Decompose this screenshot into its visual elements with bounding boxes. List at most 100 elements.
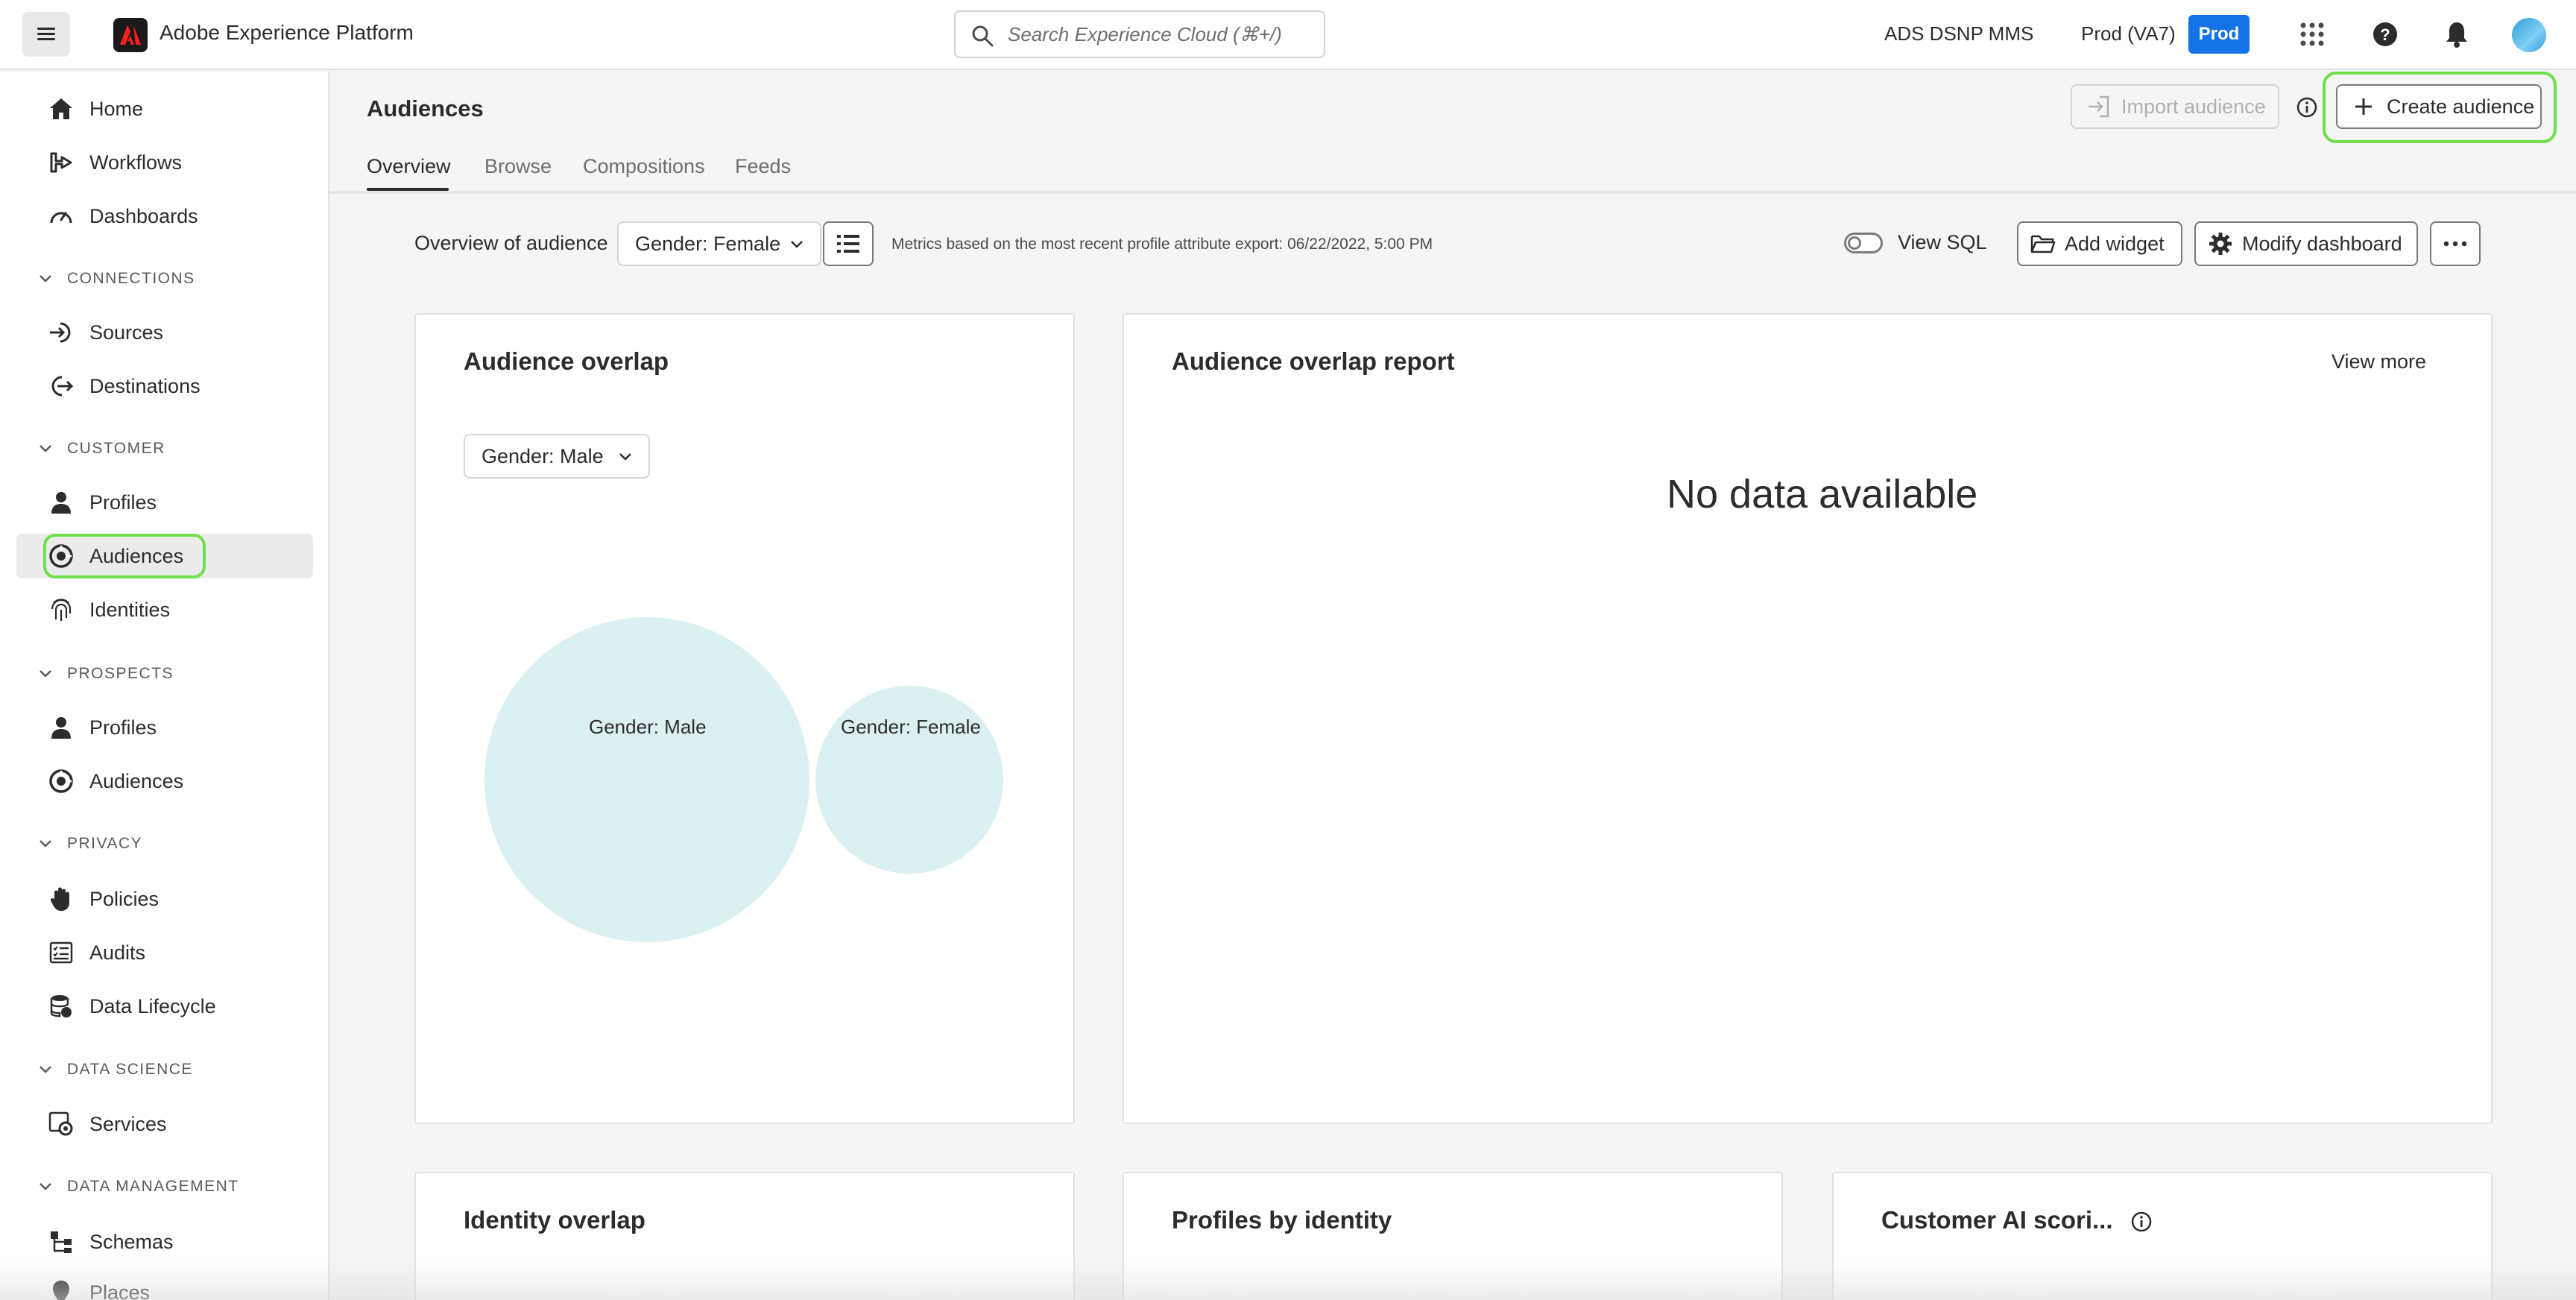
add-widget-label: Add widget xyxy=(2065,232,2165,255)
chevron-down-icon xyxy=(40,1183,51,1190)
tab-browse[interactable]: Browse xyxy=(484,155,552,178)
section-label: DATA SCIENCE xyxy=(67,1061,193,1078)
app-title[interactable]: Adobe Experience Platform xyxy=(160,21,414,45)
sidebar-item-label: Profiles xyxy=(89,716,157,739)
section-prospects[interactable]: PROSPECTS xyxy=(37,665,174,683)
more-actions-button[interactable] xyxy=(2430,221,2481,266)
notifications-icon[interactable] xyxy=(2440,18,2473,51)
search-box[interactable] xyxy=(954,10,1325,58)
section-label: CONNECTIONS xyxy=(67,270,195,287)
help-icon[interactable]: ? xyxy=(2369,18,2402,51)
chevron-down-icon xyxy=(40,1066,51,1073)
tabs-divider xyxy=(329,191,2576,194)
active-tab-indicator xyxy=(367,188,449,191)
import-audience-button[interactable]: Import audience xyxy=(2071,84,2279,129)
create-audience-label: Create audience xyxy=(2387,95,2535,118)
overlap-audience-picker[interactable]: Gender: Male xyxy=(464,434,650,479)
avatar[interactable] xyxy=(2512,18,2546,52)
section-data-science[interactable]: DATA SCIENCE xyxy=(37,1061,193,1079)
sidebar-item-label: Identities xyxy=(89,598,171,621)
menu-button[interactable] xyxy=(22,12,70,57)
add-widget-button[interactable]: Add widget xyxy=(2017,221,2182,266)
venn-circle-male[interactable] xyxy=(484,617,809,942)
profiles-by-identity-card xyxy=(1123,1172,1783,1300)
sidebar-item-label: Dashboards xyxy=(89,204,198,227)
overlap-report-title: Audience overlap report xyxy=(1172,347,1455,375)
sidebar-item-prospect-audiences[interactable]: Audiences xyxy=(16,759,313,804)
section-privacy[interactable]: PRIVACY xyxy=(37,835,142,853)
view-sql-label[interactable]: View SQL xyxy=(1898,231,1987,254)
modify-dashboard-button[interactable]: Modify dashboard xyxy=(2194,221,2418,266)
sidebar-item-home[interactable]: Home xyxy=(16,86,313,131)
database-icon xyxy=(48,993,75,1020)
tab-feeds[interactable]: Feeds xyxy=(735,155,791,178)
view-sql-toggle[interactable] xyxy=(1844,233,1883,253)
sidebar-item-schemas[interactable]: Schemas xyxy=(16,1219,313,1264)
view-more-link[interactable]: View more xyxy=(2332,350,2426,373)
sidebar-item-label: Services xyxy=(89,1112,167,1135)
import-audience-label: Import audience xyxy=(2121,95,2266,118)
identity-overlap-card xyxy=(414,1172,1075,1300)
page-title: Audiences xyxy=(367,95,484,122)
sidebar-item-label: Home xyxy=(89,97,144,120)
sidebar-item-services[interactable]: Services xyxy=(16,1102,313,1146)
sidebar: Home Workflows Dashboards CONNECTIONS So… xyxy=(0,72,329,1300)
sidebar-item-label: Destinations xyxy=(89,374,201,397)
sidebar-item-dashboards[interactable]: Dashboards xyxy=(16,194,313,239)
section-label: PRIVACY xyxy=(67,835,143,852)
overlap-picker-value: Gender: Male xyxy=(482,444,604,467)
audience-list-button[interactable] xyxy=(823,221,874,266)
sidebar-item-label: Audits xyxy=(89,941,146,964)
gear-box-icon xyxy=(48,1111,75,1138)
folder-icon xyxy=(2030,231,2056,256)
app-switcher-icon[interactable] xyxy=(2296,18,2329,51)
info-icon[interactable] xyxy=(2296,96,2318,119)
search-icon xyxy=(972,25,994,47)
schema-icon xyxy=(48,1228,75,1255)
section-label: PROSPECTS xyxy=(67,665,174,682)
sidebar-item-label: Policies xyxy=(89,887,160,910)
venn-circle-female[interactable] xyxy=(815,686,1003,874)
section-data-management[interactable]: DATA MANAGEMENT xyxy=(37,1178,239,1196)
sidebar-item-prospect-profiles[interactable]: Profiles xyxy=(16,705,313,750)
import-icon xyxy=(2086,94,2111,119)
hand-icon xyxy=(48,886,75,912)
overview-label: Overview of audience xyxy=(414,232,608,254)
dashboards-icon xyxy=(48,203,75,230)
sidebar-item-policies[interactable]: Policies xyxy=(16,877,313,921)
identity-overlap-title: Identity overlap xyxy=(464,1206,645,1234)
section-customer[interactable]: CUSTOMER xyxy=(37,440,165,458)
audience-picker-value: Gender: Female xyxy=(635,232,781,255)
adobe-logo-icon[interactable] xyxy=(113,18,148,52)
sidebar-item-customer-profiles[interactable]: Profiles xyxy=(16,480,313,525)
tab-compositions[interactable]: Compositions xyxy=(583,155,705,178)
sandbox-switcher[interactable]: Prod (VA7) xyxy=(2081,22,2176,45)
sidebar-item-label: Schemas xyxy=(89,1230,174,1253)
sidebar-item-workflows[interactable]: Workflows xyxy=(16,140,313,185)
section-label: DATA MANAGEMENT xyxy=(67,1178,239,1195)
tab-overview[interactable]: Overview xyxy=(367,155,451,178)
sidebar-item-audits[interactable]: Audits xyxy=(16,930,313,975)
audience-overlap-title: Audience overlap xyxy=(464,347,669,375)
sidebar-item-label: Sources xyxy=(89,321,164,344)
profile-icon xyxy=(48,714,75,741)
section-connections[interactable]: CONNECTIONS xyxy=(37,270,195,288)
audience-picker[interactable]: Gender: Female xyxy=(617,221,821,266)
profiles-by-identity-title: Profiles by identity xyxy=(1172,1206,1392,1234)
home-icon xyxy=(48,95,75,122)
sidebar-item-destinations[interactable]: Destinations xyxy=(16,364,313,408)
sidebar-item-places[interactable]: Places xyxy=(16,1270,313,1300)
search-input[interactable] xyxy=(1008,12,1313,57)
org-switcher[interactable]: ADS DSNP MMS xyxy=(1884,22,2033,45)
top-bar: Adobe Experience Platform ADS DSNP MMS P… xyxy=(0,0,2576,70)
info-icon[interactable] xyxy=(2130,1211,2153,1233)
section-label: CUSTOMER xyxy=(67,440,165,457)
sidebar-item-sources[interactable]: Sources xyxy=(16,310,313,355)
sandbox-badge[interactable]: Prod xyxy=(2188,15,2250,54)
sidebar-item-data-lifecycle[interactable]: Data Lifecycle xyxy=(16,984,313,1029)
chevron-down-icon xyxy=(40,275,51,283)
sidebar-item-label: Data Lifecycle xyxy=(89,994,216,1017)
sidebar-item-identities[interactable]: Identities xyxy=(16,587,313,632)
create-audience-button[interactable]: Create audience xyxy=(2336,84,2542,129)
destinations-icon xyxy=(48,373,75,400)
